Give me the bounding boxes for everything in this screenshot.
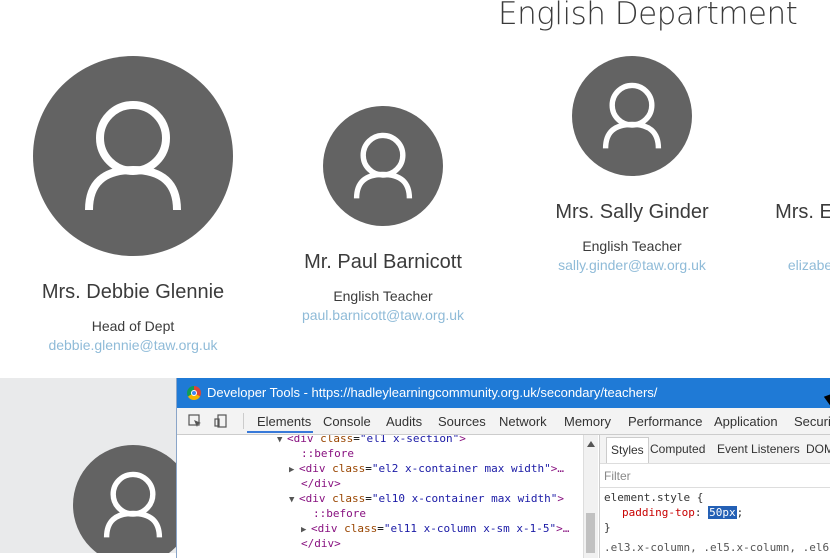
staff-name: Mrs. Debbie Glennie <box>41 281 225 303</box>
staff-name: Mrs. Sally Ginder <box>555 201 709 223</box>
styles-panel: Styles Computed Event Listeners DOM Filt… <box>599 435 830 558</box>
dom-scrollbar[interactable] <box>583 435 598 558</box>
staff-name: Mrs. E <box>775 201 830 223</box>
person-icon <box>602 82 662 149</box>
tab-performance[interactable]: Performance <box>628 414 702 429</box>
tab-security[interactable]: Securit <box>794 414 830 429</box>
tab-network[interactable]: Network <box>499 414 547 429</box>
styles-tabbar: Styles Computed Event Listeners DOM <box>600 435 830 464</box>
staff-email-link[interactable]: sally.ginder@taw.org.uk <box>558 257 706 273</box>
scroll-thumb[interactable] <box>586 513 595 553</box>
tab-elements[interactable]: Elements <box>257 414 311 429</box>
filter-divider <box>600 487 830 488</box>
expanded-arrow-icon[interactable]: ▼ <box>289 493 299 508</box>
dom-pseudo[interactable]: ::before <box>313 506 366 521</box>
expanded-arrow-icon[interactable]: ▼ <box>277 435 287 448</box>
chrome-icon <box>187 386 201 400</box>
avatar <box>323 106 443 226</box>
staff-email-link[interactable]: paul.barnicott@taw.org.uk <box>302 307 464 323</box>
tab-application[interactable]: Application <box>714 414 778 429</box>
css-rule-selector: .el3.x-column, .el5.x-column, .el6 <box>604 541 830 554</box>
person-icon <box>103 471 163 538</box>
avatar <box>73 445 193 553</box>
dom-close-tag[interactable]: </div> <box>301 536 341 551</box>
person-icon <box>353 132 413 199</box>
element-style-selector: element.style { <box>604 491 704 504</box>
staff-role: English Teacher <box>333 288 433 304</box>
staff-role: English Teacher <box>582 238 682 254</box>
dom-node[interactable]: ▼ <div class="el10 x-container max width"… <box>289 491 564 506</box>
avatar <box>33 56 233 256</box>
scroll-up-icon[interactable] <box>587 441 595 447</box>
tab-sources[interactable]: Sources <box>438 414 486 429</box>
dom-tree-panel: ▼ <div class="el1 x-section"> ::before ▶ <… <box>177 435 583 558</box>
tab-memory[interactable]: Memory <box>564 414 611 429</box>
closing-brace: } <box>604 521 611 534</box>
devtools-window: Developer Tools - https://hadleylearning… <box>176 378 830 558</box>
css-property-name[interactable]: padding-top <box>622 506 695 519</box>
dom-node[interactable]: ▶ <div class="el11 x-column x-sm x-1-5">… <box>301 521 569 536</box>
dom-pseudo[interactable]: ::before <box>301 446 354 461</box>
dom-node[interactable]: ▼ <div class="el1 x-section"> <box>277 435 466 446</box>
css-property-value[interactable]: 50px <box>708 506 737 519</box>
tab-computed[interactable]: Computed <box>650 442 705 456</box>
styles-filter-input[interactable]: Filter <box>604 469 631 483</box>
toolbar-divider <box>243 413 244 429</box>
tab-styles[interactable]: Styles <box>606 437 649 463</box>
tab-console[interactable]: Console <box>323 414 371 429</box>
page-title: English Department <box>498 0 798 32</box>
tab-event-listeners[interactable]: Event Listeners <box>717 442 800 456</box>
style-declaration[interactable]: padding-top: 50px; <box>622 506 743 519</box>
person-icon <box>85 101 181 211</box>
collapsed-arrow-icon[interactable]: ▶ <box>289 463 299 478</box>
inspect-element-icon[interactable] <box>188 414 202 428</box>
tab-audits[interactable]: Audits <box>386 414 422 429</box>
devtools-title: Developer Tools - https://hadleylearning… <box>207 385 658 400</box>
staff-email-link[interactable]: debbie.glennie@taw.org.uk <box>48 337 217 353</box>
avatar <box>572 56 692 176</box>
dom-close-tag[interactable]: </div> <box>301 476 341 491</box>
active-tab-indicator <box>247 431 313 433</box>
staff-name: Mr. Paul Barnicott <box>304 251 462 273</box>
device-toolbar-icon[interactable] <box>214 414 228 428</box>
devtools-titlebar[interactable]: Developer Tools - https://hadleylearning… <box>177 378 830 408</box>
dom-node[interactable]: ▶ <div class="el2 x-container max width">… <box>289 461 564 476</box>
staff-email-link[interactable]: elizabe <box>788 257 830 273</box>
staff-role: Head of Dept <box>91 318 175 334</box>
tab-dom[interactable]: DOM <box>806 442 830 456</box>
